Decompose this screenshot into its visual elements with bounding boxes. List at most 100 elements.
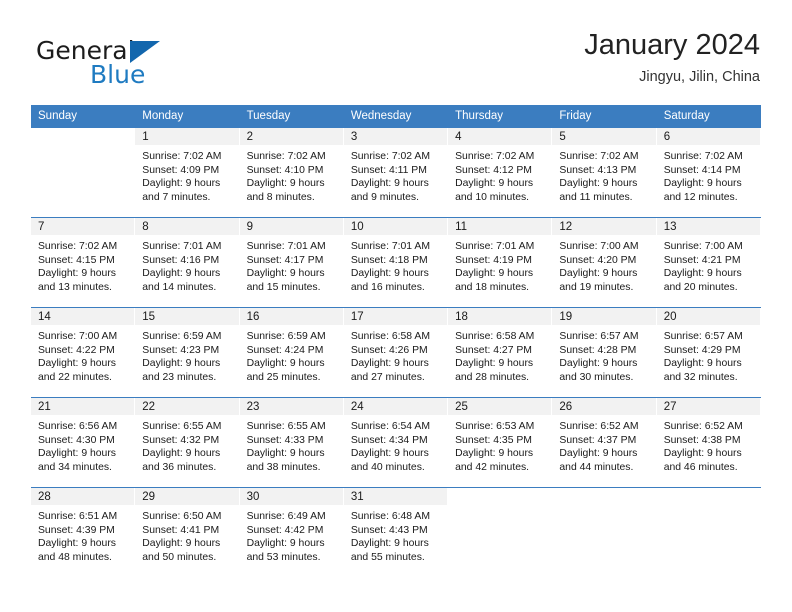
daylight-text-line1: Daylight: 9 hours xyxy=(246,178,325,190)
sunrise-text: Sunrise: 7:02 AM xyxy=(559,151,639,162)
sunrise-text: Sunrise: 7:01 AM xyxy=(350,241,430,252)
calendar-cell-inner: 26 Sunrise: 6:52 AM Sunset: 4:37 PM Dayligh… xyxy=(552,398,657,487)
day-number: 2 xyxy=(239,128,343,145)
calendar-cell-inner: 6 Sunrise: 7:02 AM Sunset: 4:14 PM Daylight… xyxy=(656,128,761,217)
day-sun-info: Sunrise: 6:59 AM Sunset: 4:23 PM Daylight:… xyxy=(135,325,238,384)
calendar-cell-day[interactable]: 4 Sunrise: 7:02 AM Sunset: 4:12 PM Daylight… xyxy=(448,127,553,218)
calendar-week-row: 1 Sunrise: 7:02 AM Sunset: 4:09 PM Daylight… xyxy=(31,127,761,218)
calendar-cell-day[interactable]: 14 Sunrise: 7:00 AM Sunset: 4:22 PM Dayligh… xyxy=(31,307,136,398)
daylight-text-line2: and 55 minutes. xyxy=(350,551,425,563)
calendar-week-row: 14 Sunrise: 7:00 AM Sunset: 4:22 PM Dayligh… xyxy=(31,307,761,398)
day-sun-info: Sunrise: 7:02 AM Sunset: 4:13 PM Daylight:… xyxy=(552,145,655,204)
daylight-text-line2: and 8 minutes. xyxy=(246,191,315,203)
calendar-cell-day[interactable]: 1 Sunrise: 7:02 AM Sunset: 4:09 PM Daylight… xyxy=(135,127,240,218)
daylight-text-line1: Daylight: 9 hours xyxy=(350,538,429,550)
day-sun-info: Sunrise: 6:53 AM Sunset: 4:35 PM Daylight:… xyxy=(448,415,551,474)
calendar-cell-day[interactable]: 28 Sunrise: 6:51 AM Sunset: 4:39 PM Dayligh… xyxy=(31,487,136,578)
sunset-text: Sunset: 4:26 PM xyxy=(350,344,428,356)
day-sun-info: Sunrise: 6:52 AM Sunset: 4:38 PM Daylight:… xyxy=(657,415,760,474)
sunset-text: Sunset: 4:12 PM xyxy=(455,164,532,176)
daylight-text-line1: Daylight: 9 hours xyxy=(350,448,429,460)
day-number: 20 xyxy=(656,308,760,325)
sunset-text: Sunset: 4:22 PM xyxy=(38,344,115,356)
sunset-text: Sunset: 4:09 PM xyxy=(142,164,220,176)
day-sun-info xyxy=(657,505,760,510)
calendar-cell-day[interactable]: 23 Sunrise: 6:55 AM Sunset: 4:33 PM Dayligh… xyxy=(239,397,344,488)
calendar-cell-day[interactable]: 17 Sunrise: 6:58 AM Sunset: 4:26 PM Dayligh… xyxy=(343,307,449,398)
daylight-text-line2: and 7 minutes. xyxy=(142,191,211,203)
calendar-cell-day[interactable]: 24 Sunrise: 6:54 AM Sunset: 4:34 PM Dayligh… xyxy=(343,397,449,488)
calendar-cell-day[interactable]: 25 Sunrise: 6:53 AM Sunset: 4:35 PM Dayligh… xyxy=(448,397,553,488)
calendar-cell-inner: 16 Sunrise: 6:59 AM Sunset: 4:24 PM Dayligh… xyxy=(239,308,344,397)
calendar-cell-day[interactable]: 18 Sunrise: 6:58 AM Sunset: 4:27 PM Dayligh… xyxy=(448,307,553,398)
calendar-cell-day[interactable]: 22 Sunrise: 6:55 AM Sunset: 4:32 PM Dayligh… xyxy=(135,397,240,488)
weekday-header-saturday: Saturday xyxy=(656,105,761,128)
day-sun-info: Sunrise: 7:01 AM Sunset: 4:16 PM Daylight:… xyxy=(135,235,238,294)
calendar-cell-day[interactable]: 26 Sunrise: 6:52 AM Sunset: 4:37 PM Dayligh… xyxy=(552,397,657,488)
day-number: 30 xyxy=(239,488,343,505)
daylight-text-line1: Daylight: 9 hours xyxy=(142,268,221,280)
day-sun-info: Sunrise: 6:55 AM Sunset: 4:33 PM Daylight:… xyxy=(240,415,343,474)
daylight-text-line1: Daylight: 9 hours xyxy=(38,358,116,370)
calendar-cell-inner: 20 Sunrise: 6:57 AM Sunset: 4:29 PM Dayligh… xyxy=(656,308,761,397)
title-block: January 2024 Jingyu, Jilin, China xyxy=(584,28,760,88)
day-number: 9 xyxy=(239,218,343,235)
daylight-text-line2: and 40 minutes. xyxy=(350,461,425,473)
sunrise-text: Sunrise: 7:01 AM xyxy=(455,241,535,252)
calendar-week-row: 28 Sunrise: 6:51 AM Sunset: 4:39 PM Dayligh… xyxy=(31,487,761,578)
day-sun-info: Sunrise: 7:00 AM Sunset: 4:20 PM Daylight:… xyxy=(552,235,655,294)
general-blue-logo[interactable]: General Blue xyxy=(32,36,232,94)
daylight-text-line2: and 38 minutes. xyxy=(246,461,321,473)
day-number: 16 xyxy=(239,308,343,325)
calendar-cell-day[interactable]: 9 Sunrise: 7:01 AM Sunset: 4:17 PM Daylight… xyxy=(239,217,344,308)
day-number: 8 xyxy=(135,218,239,235)
calendar-cell-day[interactable]: 15 Sunrise: 6:59 AM Sunset: 4:23 PM Dayligh… xyxy=(135,307,240,398)
calendar-cell-day[interactable]: 31 Sunrise: 6:48 AM Sunset: 4:43 PM Dayligh… xyxy=(343,487,449,578)
calendar-cell-day[interactable]: 20 Sunrise: 6:57 AM Sunset: 4:29 PM Dayligh… xyxy=(656,307,761,398)
daylight-text-line1: Daylight: 9 hours xyxy=(142,538,221,550)
weekday-header-monday: Monday xyxy=(135,105,240,128)
calendar-cell-day[interactable]: 2 Sunrise: 7:02 AM Sunset: 4:10 PM Daylight… xyxy=(239,127,344,218)
calendar-cell-day[interactable]: 11 Sunrise: 7:01 AM Sunset: 4:19 PM Dayligh… xyxy=(448,217,553,308)
day-number: 19 xyxy=(552,308,656,325)
calendar-cell-day[interactable]: 3 Sunrise: 7:02 AM Sunset: 4:11 PM Daylight… xyxy=(343,127,449,218)
calendar-cell-day[interactable]: 10 Sunrise: 7:01 AM Sunset: 4:18 PM Dayligh… xyxy=(343,217,449,308)
day-sun-info: Sunrise: 7:02 AM Sunset: 4:11 PM Daylight:… xyxy=(344,145,447,204)
calendar-cell-day[interactable]: 30 Sunrise: 6:49 AM Sunset: 4:42 PM Dayligh… xyxy=(239,487,344,578)
calendar-cell-day[interactable]: 8 Sunrise: 7:01 AM Sunset: 4:16 PM Daylight… xyxy=(135,217,240,308)
calendar-cell-inner: 4 Sunrise: 7:02 AM Sunset: 4:12 PM Daylight… xyxy=(448,128,553,217)
calendar-cell-day[interactable]: 5 Sunrise: 7:02 AM Sunset: 4:13 PM Daylight… xyxy=(552,127,657,218)
calendar-cell-day[interactable]: 27 Sunrise: 6:52 AM Sunset: 4:38 PM Dayligh… xyxy=(656,397,761,488)
calendar-cell-day[interactable]: 12 Sunrise: 7:00 AM Sunset: 4:20 PM Dayligh… xyxy=(552,217,657,308)
calendar-cell-empty xyxy=(31,127,136,218)
day-sun-info: Sunrise: 7:02 AM Sunset: 4:12 PM Daylight:… xyxy=(448,145,551,204)
sunrise-text: Sunrise: 6:50 AM xyxy=(142,511,222,522)
calendar-cell-day[interactable]: 16 Sunrise: 6:59 AM Sunset: 4:24 PM Dayligh… xyxy=(239,307,344,398)
sunset-text: Sunset: 4:42 PM xyxy=(246,524,324,536)
sunset-text: Sunset: 4:43 PM xyxy=(350,524,428,536)
calendar-cell-day[interactable]: 21 Sunrise: 6:56 AM Sunset: 4:30 PM Dayligh… xyxy=(31,397,136,488)
calendar-cell-day[interactable]: 13 Sunrise: 7:00 AM Sunset: 4:21 PM Dayligh… xyxy=(656,217,761,308)
sunset-text: Sunset: 4:24 PM xyxy=(246,344,324,356)
calendar-cell-day[interactable]: 6 Sunrise: 7:02 AM Sunset: 4:14 PM Daylight… xyxy=(656,127,761,218)
calendar-cell-day[interactable]: 29 Sunrise: 6:50 AM Sunset: 4:41 PM Dayligh… xyxy=(135,487,240,578)
sunset-text: Sunset: 4:15 PM xyxy=(38,254,115,266)
daylight-text-line2: and 44 minutes. xyxy=(559,461,634,473)
calendar-cell-inner: 28 Sunrise: 6:51 AM Sunset: 4:39 PM Dayligh… xyxy=(31,488,136,578)
calendar-table: Sunday Monday Tuesday Wednesday Thursday Frid… xyxy=(31,105,761,578)
day-sun-info: Sunrise: 7:01 AM Sunset: 4:19 PM Daylight:… xyxy=(448,235,551,294)
page-title: January 2024 xyxy=(584,29,760,61)
calendar-cell-day[interactable]: 19 Sunrise: 6:57 AM Sunset: 4:28 PM Dayligh… xyxy=(552,307,657,398)
daylight-text-line2: and 15 minutes. xyxy=(246,281,321,293)
sunset-text: Sunset: 4:14 PM xyxy=(663,164,741,176)
sunset-text: Sunset: 4:29 PM xyxy=(663,344,741,356)
calendar-cell-inner: 18 Sunrise: 6:58 AM Sunset: 4:27 PM Dayligh… xyxy=(448,308,553,397)
daylight-text-line1: Daylight: 9 hours xyxy=(559,448,638,460)
sunset-text: Sunset: 4:41 PM xyxy=(142,524,220,536)
sunrise-text: Sunrise: 6:58 AM xyxy=(350,331,430,342)
calendar-cell-inner: 8 Sunrise: 7:01 AM Sunset: 4:16 PM Daylight… xyxy=(135,218,240,307)
daylight-text-line1: Daylight: 9 hours xyxy=(455,448,534,460)
sunrise-text: Sunrise: 6:49 AM xyxy=(246,511,326,522)
daylight-text-line1: Daylight: 9 hours xyxy=(246,448,325,460)
calendar-cell-day[interactable]: 7 Sunrise: 7:02 AM Sunset: 4:15 PM Daylight… xyxy=(31,217,136,308)
